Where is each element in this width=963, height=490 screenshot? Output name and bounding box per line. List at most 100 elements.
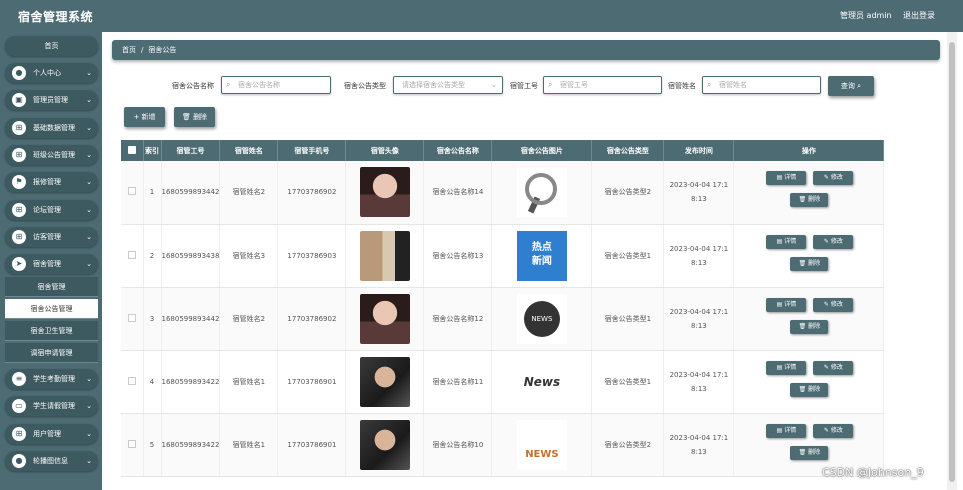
row-checkbox[interactable] bbox=[127, 376, 136, 385]
index-cell: 2 bbox=[143, 224, 162, 288]
list-icon: ≡ bbox=[12, 372, 26, 386]
delete-button[interactable]: 🗑 删除 bbox=[790, 445, 829, 460]
row-checkbox[interactable] bbox=[127, 250, 136, 259]
sidebar-item-label: 轮播图信息 bbox=[33, 456, 68, 465]
phone-cell: 17703786901 bbox=[277, 413, 347, 477]
detail-button[interactable]: ▤ 详情 bbox=[766, 423, 807, 438]
edit-label: 修改 bbox=[830, 426, 843, 434]
sidebar-item[interactable]: ⊞ 班级公告管理 ⌄ bbox=[5, 144, 98, 165]
breadcrumb: 首页 / 宿舍公告 bbox=[112, 40, 940, 60]
sidebar-item-label: 论坛管理 bbox=[33, 205, 61, 214]
page-scrollbar[interactable] bbox=[947, 32, 957, 490]
chevron-down-icon: ⌄ bbox=[86, 178, 92, 187]
row-checkbox[interactable] bbox=[127, 439, 136, 448]
column-header: 发布时间 bbox=[663, 140, 735, 161]
edit-button[interactable]: ✎ 修改 bbox=[813, 171, 854, 186]
search-worker-label: 宿管工号 bbox=[510, 82, 538, 90]
image-cell bbox=[491, 287, 593, 351]
image-cell: NEWS bbox=[491, 413, 593, 477]
actions-cell: ▤ 详情 ✎ 修改 🗑 删除 bbox=[733, 350, 885, 414]
search-type-select[interactable]: 请选择宿舍公告类型 ⌄ bbox=[393, 76, 503, 94]
time-cell: 2023-04-04 17:18:13 bbox=[663, 224, 735, 288]
sidebar-subitem[interactable]: 宿舍管理 bbox=[5, 277, 98, 297]
edit-button[interactable]: ✎ 修改 bbox=[813, 360, 854, 375]
column-header: 索引 bbox=[143, 140, 162, 161]
time-cell: 2023-04-04 17:18:13 bbox=[663, 287, 735, 351]
delete-button[interactable]: 🗑 删除 bbox=[790, 193, 829, 208]
sidebar-item[interactable]: ⚑ 报修管理 ⌄ bbox=[5, 172, 98, 193]
edit-button[interactable]: ✎ 修改 bbox=[813, 297, 854, 312]
sidebar-item[interactable]: ⊞ 基础数据管理 ⌄ bbox=[5, 117, 98, 138]
sidebar-item-label: 报修管理 bbox=[33, 178, 61, 187]
type-cell: 宿舍公告类型1 bbox=[591, 350, 665, 414]
grid-icon: ⊞ bbox=[12, 202, 26, 217]
title-cell: 宿舍公告名称10 bbox=[423, 413, 493, 477]
title-cell: 宿舍公告名称12 bbox=[423, 287, 493, 351]
checkbox-cell bbox=[121, 161, 144, 225]
column-header: 宿舍公告图片 bbox=[491, 140, 593, 161]
sidebar-item[interactable]: ➤ 宿舍管理 ⌄ bbox=[5, 254, 98, 275]
sidebar-subitem[interactable]: 宿舍公告管理 bbox=[5, 299, 98, 319]
avatar-cell bbox=[345, 287, 425, 351]
delete-button[interactable]: 🗑 删除 bbox=[790, 382, 829, 397]
sidebar-item[interactable]: ● 轮播图信息 ⌄ bbox=[5, 450, 98, 471]
image-cell: 热点 新闻 bbox=[491, 224, 593, 288]
search-type-label: 宿舍公告类型 bbox=[344, 82, 386, 90]
image-cell bbox=[491, 161, 593, 225]
detail-button[interactable]: ▤ 详情 bbox=[766, 360, 807, 375]
row-checkbox[interactable] bbox=[127, 313, 136, 322]
column-header: 宿管工号 bbox=[161, 140, 221, 161]
detail-button[interactable]: ▤ 详情 bbox=[766, 234, 807, 249]
sidebar-item[interactable]: ≡ 学生考勤管理 ⌄ bbox=[5, 369, 98, 389]
worker-id-cell: 1680599893442 bbox=[161, 287, 221, 351]
row-checkbox[interactable] bbox=[127, 187, 136, 196]
search-name-input[interactable]: ⌕ 宿舍公告名称 bbox=[221, 76, 331, 94]
column-header: 宿管手机号 bbox=[277, 140, 347, 161]
search-name-placeholder: 宿舍公告名称 bbox=[238, 81, 280, 89]
notice-image bbox=[516, 167, 567, 218]
sidebar-item-home[interactable]: 首页 bbox=[5, 36, 98, 56]
search-worker-input[interactable]: ⌕ 宿管工号 bbox=[543, 76, 662, 94]
sidebar-item[interactable]: ● 个人中心 ⌄ bbox=[5, 63, 98, 83]
trash-icon: 🗑 bbox=[798, 259, 809, 267]
table-row: 5 1680599893422 宿管姓名1 17703786901 宿舍公告名称10 NE… bbox=[121, 413, 885, 477]
add-button[interactable]: + 新增 bbox=[124, 107, 165, 127]
sidebar-subitem[interactable]: 宿舍卫生管理 bbox=[5, 321, 98, 341]
sidebar-subitem[interactable]: 调宿申请管理 bbox=[5, 343, 98, 363]
breadcrumb-home[interactable]: 首页 bbox=[122, 46, 136, 54]
edit-button[interactable]: ✎ 修改 bbox=[813, 423, 854, 438]
search-icon: ⌕ bbox=[707, 80, 712, 89]
sidebar-item-label: 访客管理 bbox=[33, 232, 61, 241]
sidebar-item[interactable]: ⊞ 访客管理 ⌄ bbox=[5, 226, 98, 247]
name-cell: 宿管姓名1 bbox=[219, 350, 279, 414]
row-actions: ▤ 详情 ✎ 修改 🗑 删除 bbox=[734, 167, 883, 217]
trash-icon: 🗑 bbox=[798, 322, 809, 330]
user-label: 管理员 admin bbox=[840, 11, 892, 20]
logout-link[interactable]: 退出登录 bbox=[903, 10, 935, 21]
row-actions: ▤ 详情 ✎ 修改 🗑 删除 bbox=[734, 294, 883, 344]
phone-cell: 17703786902 bbox=[277, 287, 347, 351]
sidebar-item-label: 基础数据管理 bbox=[33, 123, 75, 132]
search-staff-input[interactable]: ⌕ 宿管姓名 bbox=[702, 76, 821, 94]
avatar-cell bbox=[345, 161, 425, 225]
delete-button[interactable]: 🗑 删除 bbox=[790, 256, 829, 271]
detail-button[interactable]: ▤ 详情 bbox=[766, 297, 807, 312]
table-row: 31680599893442宿管姓名217703786902 宿舍公告名称12 宿舍… bbox=[121, 287, 885, 351]
send-icon: ➤ bbox=[12, 257, 26, 272]
select-all-checkbox[interactable] bbox=[127, 145, 136, 154]
query-button[interactable]: 查询 ⌕ bbox=[828, 76, 874, 96]
scrollbar-thumb[interactable] bbox=[949, 42, 955, 482]
sidebar-item[interactable]: ⊞ 用户管理 ⌄ bbox=[5, 423, 98, 444]
chevron-down-icon: ⌄ bbox=[86, 232, 92, 241]
sidebar-item[interactable]: ⊞ 论坛管理 ⌄ bbox=[5, 199, 98, 220]
batch-delete-button[interactable]: 🗑 删除 bbox=[174, 107, 215, 127]
grid-icon: ⊞ bbox=[12, 147, 26, 162]
sidebar-item[interactable]: ▭ 学生请假管理 ⌄ bbox=[5, 396, 98, 417]
edit-button[interactable]: ✎ 修改 bbox=[813, 234, 854, 249]
edit-label: 修改 bbox=[830, 300, 843, 308]
sidebar-item[interactable]: ▣ 管理员管理 ⌄ bbox=[5, 90, 98, 111]
detail-button[interactable]: ▤ 详情 bbox=[766, 171, 807, 186]
delete-button[interactable]: 🗑 删除 bbox=[790, 319, 829, 334]
sidebar-item-label: 用户管理 bbox=[33, 429, 61, 438]
notice-image: News bbox=[516, 356, 567, 407]
